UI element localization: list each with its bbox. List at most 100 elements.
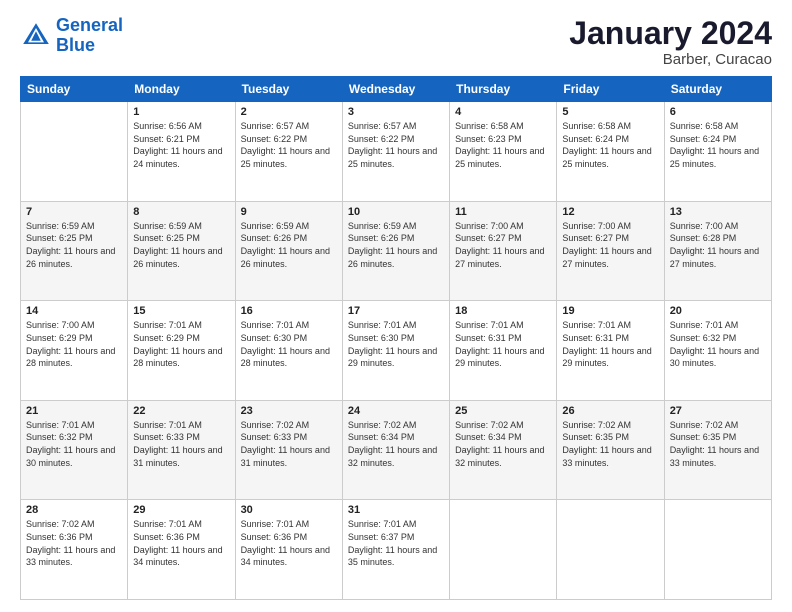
calendar-cell-w1-d2: 9 Sunrise: 6:59 AMSunset: 6:26 PMDayligh… (235, 201, 342, 301)
day-info: Sunrise: 7:02 AMSunset: 6:33 PMDaylight:… (241, 420, 330, 468)
calendar-cell-w2-d4: 18 Sunrise: 7:01 AMSunset: 6:31 PMDaylig… (450, 301, 557, 401)
day-number: 11 (455, 206, 551, 218)
day-info: Sunrise: 6:57 AMSunset: 6:22 PMDaylight:… (348, 121, 437, 169)
calendar-cell-w0-d2: 2 Sunrise: 6:57 AMSunset: 6:22 PMDayligh… (235, 102, 342, 202)
calendar-cell-w2-d2: 16 Sunrise: 7:01 AMSunset: 6:30 PMDaylig… (235, 301, 342, 401)
day-number: 17 (348, 305, 444, 317)
calendar-cell-w4-d1: 29 Sunrise: 7:01 AMSunset: 6:36 PMDaylig… (128, 500, 235, 600)
day-info: Sunrise: 7:01 AMSunset: 6:30 PMDaylight:… (348, 320, 437, 368)
week-row-1: 7 Sunrise: 6:59 AMSunset: 6:25 PMDayligh… (21, 201, 772, 301)
calendar-cell-w0-d1: 1 Sunrise: 6:56 AMSunset: 6:21 PMDayligh… (128, 102, 235, 202)
calendar-cell-w1-d3: 10 Sunrise: 6:59 AMSunset: 6:26 PMDaylig… (342, 201, 449, 301)
day-info: Sunrise: 7:01 AMSunset: 6:31 PMDaylight:… (455, 320, 544, 368)
day-info: Sunrise: 6:59 AMSunset: 6:26 PMDaylight:… (241, 221, 330, 269)
header-tuesday: Tuesday (235, 77, 342, 102)
week-row-3: 21 Sunrise: 7:01 AMSunset: 6:32 PMDaylig… (21, 400, 772, 500)
day-info: Sunrise: 6:59 AMSunset: 6:26 PMDaylight:… (348, 221, 437, 269)
day-info: Sunrise: 6:59 AMSunset: 6:25 PMDaylight:… (133, 221, 222, 269)
week-row-0: 1 Sunrise: 6:56 AMSunset: 6:21 PMDayligh… (21, 102, 772, 202)
day-number: 13 (670, 206, 766, 218)
day-info: Sunrise: 7:02 AMSunset: 6:35 PMDaylight:… (562, 420, 651, 468)
day-number: 12 (562, 206, 658, 218)
calendar-cell-w4-d3: 31 Sunrise: 7:01 AMSunset: 6:37 PMDaylig… (342, 500, 449, 600)
calendar-cell-w3-d2: 23 Sunrise: 7:02 AMSunset: 6:33 PMDaylig… (235, 400, 342, 500)
day-number: 27 (670, 405, 766, 417)
calendar-cell-w3-d4: 25 Sunrise: 7:02 AMSunset: 6:34 PMDaylig… (450, 400, 557, 500)
day-number: 2 (241, 106, 337, 118)
day-info: Sunrise: 7:02 AMSunset: 6:36 PMDaylight:… (26, 519, 115, 567)
day-number: 30 (241, 504, 337, 516)
day-number: 15 (133, 305, 229, 317)
day-number: 19 (562, 305, 658, 317)
day-number: 25 (455, 405, 551, 417)
day-number: 8 (133, 206, 229, 218)
day-info: Sunrise: 7:00 AMSunset: 6:27 PMDaylight:… (455, 221, 544, 269)
header: General Blue January 2024 Barber, Curaca… (20, 16, 772, 68)
calendar-cell-w3-d1: 22 Sunrise: 7:01 AMSunset: 6:33 PMDaylig… (128, 400, 235, 500)
day-info: Sunrise: 7:02 AMSunset: 6:34 PMDaylight:… (348, 420, 437, 468)
day-number: 21 (26, 405, 122, 417)
calendar-cell-w0-d6: 6 Sunrise: 6:58 AMSunset: 6:24 PMDayligh… (664, 102, 771, 202)
day-info: Sunrise: 7:00 AMSunset: 6:28 PMDaylight:… (670, 221, 759, 269)
logo-icon (20, 20, 52, 52)
week-row-4: 28 Sunrise: 7:02 AMSunset: 6:36 PMDaylig… (21, 500, 772, 600)
day-number: 9 (241, 206, 337, 218)
day-info: Sunrise: 7:01 AMSunset: 6:30 PMDaylight:… (241, 320, 330, 368)
calendar-cell-w0-d3: 3 Sunrise: 6:57 AMSunset: 6:22 PMDayligh… (342, 102, 449, 202)
day-info: Sunrise: 7:01 AMSunset: 6:32 PMDaylight:… (26, 420, 115, 468)
day-info: Sunrise: 7:02 AMSunset: 6:35 PMDaylight:… (670, 420, 759, 468)
day-info: Sunrise: 7:02 AMSunset: 6:34 PMDaylight:… (455, 420, 544, 468)
calendar-cell-w3-d0: 21 Sunrise: 7:01 AMSunset: 6:32 PMDaylig… (21, 400, 128, 500)
calendar-cell-w1-d4: 11 Sunrise: 7:00 AMSunset: 6:27 PMDaylig… (450, 201, 557, 301)
logo: General Blue (20, 16, 123, 56)
calendar-cell-w0-d0 (21, 102, 128, 202)
calendar-cell-w1-d5: 12 Sunrise: 7:00 AMSunset: 6:27 PMDaylig… (557, 201, 664, 301)
logo-line1: General (56, 15, 123, 35)
calendar-cell-w2-d5: 19 Sunrise: 7:01 AMSunset: 6:31 PMDaylig… (557, 301, 664, 401)
day-number: 24 (348, 405, 444, 417)
day-info: Sunrise: 6:58 AMSunset: 6:24 PMDaylight:… (670, 121, 759, 169)
calendar-cell-w4-d6 (664, 500, 771, 600)
day-info: Sunrise: 7:01 AMSunset: 6:36 PMDaylight:… (241, 519, 330, 567)
day-number: 1 (133, 106, 229, 118)
header-thursday: Thursday (450, 77, 557, 102)
day-number: 14 (26, 305, 122, 317)
day-number: 10 (348, 206, 444, 218)
day-number: 20 (670, 305, 766, 317)
calendar-cell-w4-d4 (450, 500, 557, 600)
header-sunday: Sunday (21, 77, 128, 102)
calendar-cell-w1-d1: 8 Sunrise: 6:59 AMSunset: 6:25 PMDayligh… (128, 201, 235, 301)
main-title: January 2024 (569, 16, 772, 51)
title-block: January 2024 Barber, Curacao (569, 16, 772, 68)
subtitle: Barber, Curacao (569, 51, 772, 68)
logo-text: General Blue (56, 16, 123, 56)
day-info: Sunrise: 6:58 AMSunset: 6:24 PMDaylight:… (562, 121, 651, 169)
calendar-cell-w4-d0: 28 Sunrise: 7:02 AMSunset: 6:36 PMDaylig… (21, 500, 128, 600)
day-number: 3 (348, 106, 444, 118)
day-info: Sunrise: 7:00 AMSunset: 6:29 PMDaylight:… (26, 320, 115, 368)
day-number: 29 (133, 504, 229, 516)
day-number: 5 (562, 106, 658, 118)
day-info: Sunrise: 6:56 AMSunset: 6:21 PMDaylight:… (133, 121, 222, 169)
header-saturday: Saturday (664, 77, 771, 102)
calendar-cell-w0-d5: 5 Sunrise: 6:58 AMSunset: 6:24 PMDayligh… (557, 102, 664, 202)
day-number: 31 (348, 504, 444, 516)
day-info: Sunrise: 7:01 AMSunset: 6:36 PMDaylight:… (133, 519, 222, 567)
day-info: Sunrise: 7:01 AMSunset: 6:37 PMDaylight:… (348, 519, 437, 567)
calendar-cell-w2-d3: 17 Sunrise: 7:01 AMSunset: 6:30 PMDaylig… (342, 301, 449, 401)
day-number: 18 (455, 305, 551, 317)
header-friday: Friday (557, 77, 664, 102)
calendar-cell-w2-d0: 14 Sunrise: 7:00 AMSunset: 6:29 PMDaylig… (21, 301, 128, 401)
day-info: Sunrise: 6:57 AMSunset: 6:22 PMDaylight:… (241, 121, 330, 169)
day-number: 16 (241, 305, 337, 317)
day-number: 6 (670, 106, 766, 118)
calendar-cell-w1-d0: 7 Sunrise: 6:59 AMSunset: 6:25 PMDayligh… (21, 201, 128, 301)
day-info: Sunrise: 6:59 AMSunset: 6:25 PMDaylight:… (26, 221, 115, 269)
day-info: Sunrise: 7:01 AMSunset: 6:31 PMDaylight:… (562, 320, 651, 368)
calendar-header-row: Sunday Monday Tuesday Wednesday Thursday… (21, 77, 772, 102)
calendar-cell-w4-d2: 30 Sunrise: 7:01 AMSunset: 6:36 PMDaylig… (235, 500, 342, 600)
calendar-cell-w0-d4: 4 Sunrise: 6:58 AMSunset: 6:23 PMDayligh… (450, 102, 557, 202)
day-info: Sunrise: 6:58 AMSunset: 6:23 PMDaylight:… (455, 121, 544, 169)
day-number: 7 (26, 206, 122, 218)
calendar-cell-w3-d6: 27 Sunrise: 7:02 AMSunset: 6:35 PMDaylig… (664, 400, 771, 500)
